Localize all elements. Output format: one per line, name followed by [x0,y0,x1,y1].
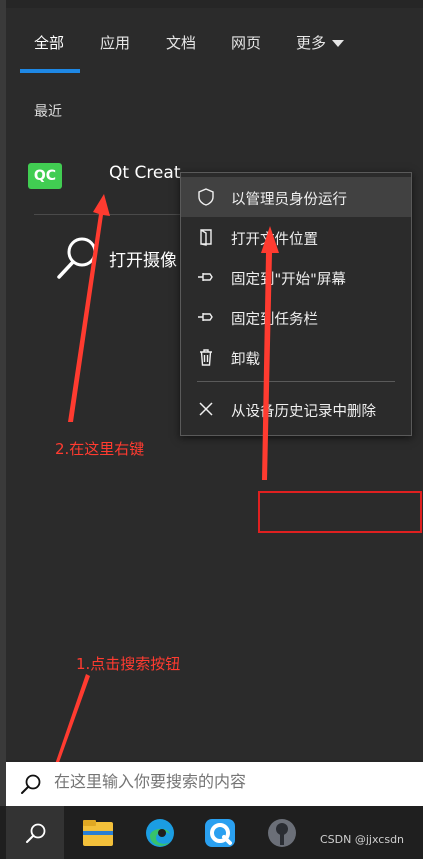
menu-item-label: 从设备历史记录中删除 [231,404,376,420]
trash-icon [200,349,212,366]
annotation-step-1: 1.点击搜索按钮 [76,655,181,673]
section-title-recent: 最近 [34,104,62,120]
chevron-down-icon [332,40,345,47]
menu-item-open-file-location[interactable]: 打开文件位置 [181,217,411,257]
browser-q-icon[interactable] [202,816,238,850]
search-icon [26,823,46,843]
tab-all[interactable]: 全部 [34,32,64,53]
qt-creator-icon-text: QC [33,168,57,184]
search-tabs: 全部 应用 文档 网页 更多 [6,8,423,74]
search-icon [21,774,41,794]
menu-item-run-as-admin[interactable]: 以管理员身份运行 [181,177,411,217]
qt-creator-icon[interactable]: QC [28,163,62,189]
menu-item-label: 固定到任务栏 [231,312,318,328]
context-menu: 以管理员身份运行 打开文件位置 固定到"开始"屏幕 固定到任务栏 卸载 从设备历… [180,172,412,436]
annotation-highlight-box [258,491,422,533]
menu-item-remove-from-history[interactable]: 从设备历史记录中删除 [181,389,411,429]
search-bar[interactable] [6,762,423,806]
menu-item-pin-to-taskbar[interactable]: 固定到任务栏 [181,297,411,337]
active-tab-indicator [20,69,80,73]
shield-icon [198,188,214,206]
menu-item-uninstall[interactable]: 卸载 [181,337,411,377]
taskbar-search-button[interactable] [6,806,64,859]
pin-icon [198,313,213,321]
search-input[interactable] [54,772,414,791]
menu-item-label: 打开文件位置 [231,232,318,248]
recent-item-camera[interactable]: 打开摄像 [109,246,187,271]
search-icon[interactable] [54,234,102,282]
watermark: CSDN @jjxcsdn [320,833,405,846]
pin-icon [198,273,213,281]
tab-more-label: 更多 [296,34,327,52]
file-explorer-icon[interactable] [80,816,116,850]
app-icon[interactable] [264,816,300,850]
menu-item-pin-to-start[interactable]: 固定到"开始"屏幕 [181,257,411,297]
menu-separator [197,381,395,382]
menu-item-label: 固定到"开始"屏幕 [231,272,346,288]
tab-documents[interactable]: 文档 [166,32,196,53]
menu-item-label: 卸载 [231,352,260,368]
annotation-step-2: 2.在这里右键 [55,440,145,458]
close-icon [199,402,213,416]
tab-web[interactable]: 网页 [231,32,261,53]
menu-item-label: 以管理员身份运行 [231,192,347,208]
tab-apps[interactable]: 应用 [100,32,130,53]
tab-more[interactable]: 更多 [296,32,345,53]
edge-icon[interactable] [142,816,178,850]
taskbar: CSDN @jjxcsdn [0,806,423,859]
folder-open-icon [200,229,212,246]
